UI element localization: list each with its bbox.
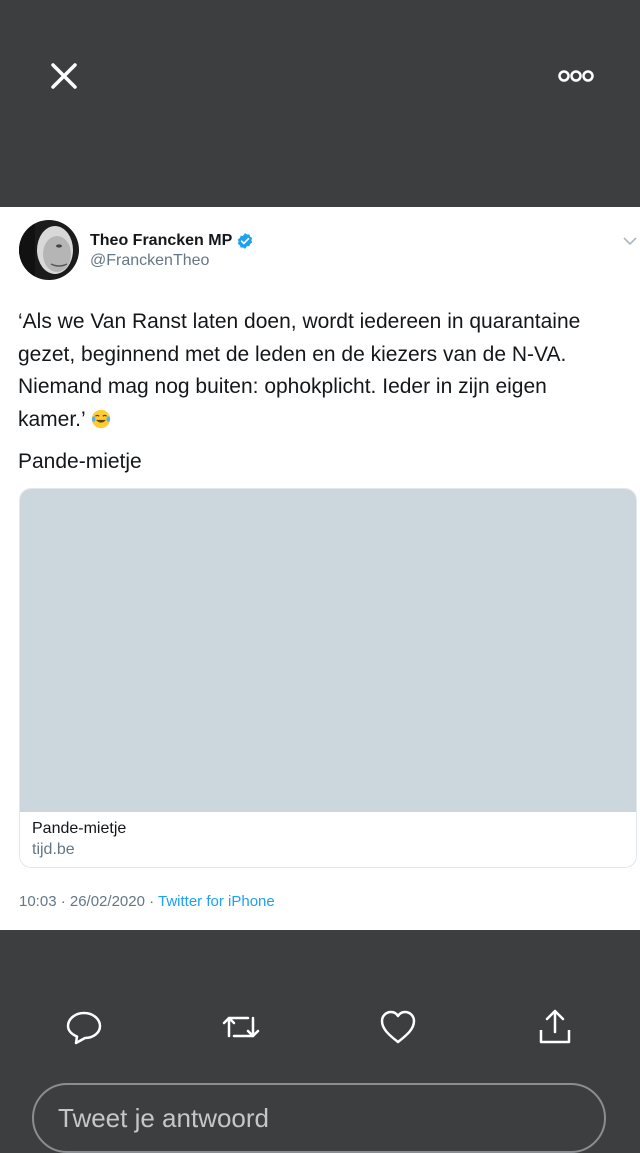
tweet-text-second: Pande-mietje xyxy=(18,450,142,473)
tweet-text-line: Niemand mag nog buiten: ophokplicht. Ied… xyxy=(18,375,547,398)
more-options-button[interactable] xyxy=(552,60,600,92)
tweet-meta: 10:03 · 26/02/2020 · Twitter for iPhone xyxy=(19,893,275,910)
more-dots-icon xyxy=(558,70,594,82)
avatar[interactable] xyxy=(19,220,79,280)
tweet-text-line: ‘Als we Van Ranst laten doen, wordt iede… xyxy=(18,310,581,333)
retweet-icon xyxy=(222,1016,260,1038)
author-name[interactable]: Theo Francken MP xyxy=(90,232,232,250)
card-domain: tijd.be xyxy=(32,841,75,858)
timestamp: 10:03 · 26/02/2020 · xyxy=(19,893,158,910)
link-card[interactable]: Pande-mietje tijd.be xyxy=(19,488,637,868)
retweet-button[interactable] xyxy=(220,1006,262,1048)
author-row: Theo Francken MP xyxy=(90,230,254,252)
share-button[interactable] xyxy=(534,1006,576,1048)
card-title: Pande-mietje xyxy=(32,820,127,837)
heart-icon xyxy=(380,1010,416,1044)
tweet-text-line-last: kamer.’ xyxy=(18,404,623,437)
close-button[interactable] xyxy=(44,56,84,96)
face-with-tears-of-joy-emoji-icon xyxy=(91,409,110,428)
reply-placeholder: Tweet je antwoord xyxy=(58,1103,270,1133)
tweet-menu-button[interactable] xyxy=(622,234,638,248)
verified-badge-icon xyxy=(238,233,253,249)
card-image xyxy=(20,489,636,812)
source-link[interactable]: Twitter for iPhone xyxy=(158,893,275,910)
close-icon xyxy=(51,63,77,89)
reply-button[interactable] xyxy=(63,1006,105,1048)
author-handle[interactable]: @FranckenTheo xyxy=(90,252,209,270)
top-bar xyxy=(0,0,640,207)
profile-photo xyxy=(19,220,79,280)
share-icon xyxy=(539,1009,571,1044)
tweet-text-line-text: kamer.’ xyxy=(18,407,86,431)
reply-input[interactable]: Tweet je antwoord xyxy=(32,1083,606,1153)
reply-icon xyxy=(66,1011,102,1045)
chevron-down-icon xyxy=(623,237,637,246)
tweet-text-line: gezet, beginnend met de leden en de kiez… xyxy=(18,342,567,366)
tweet-text: ‘Als we Van Ranst laten doen, wordt iede… xyxy=(18,306,623,436)
like-button[interactable] xyxy=(377,1006,419,1048)
